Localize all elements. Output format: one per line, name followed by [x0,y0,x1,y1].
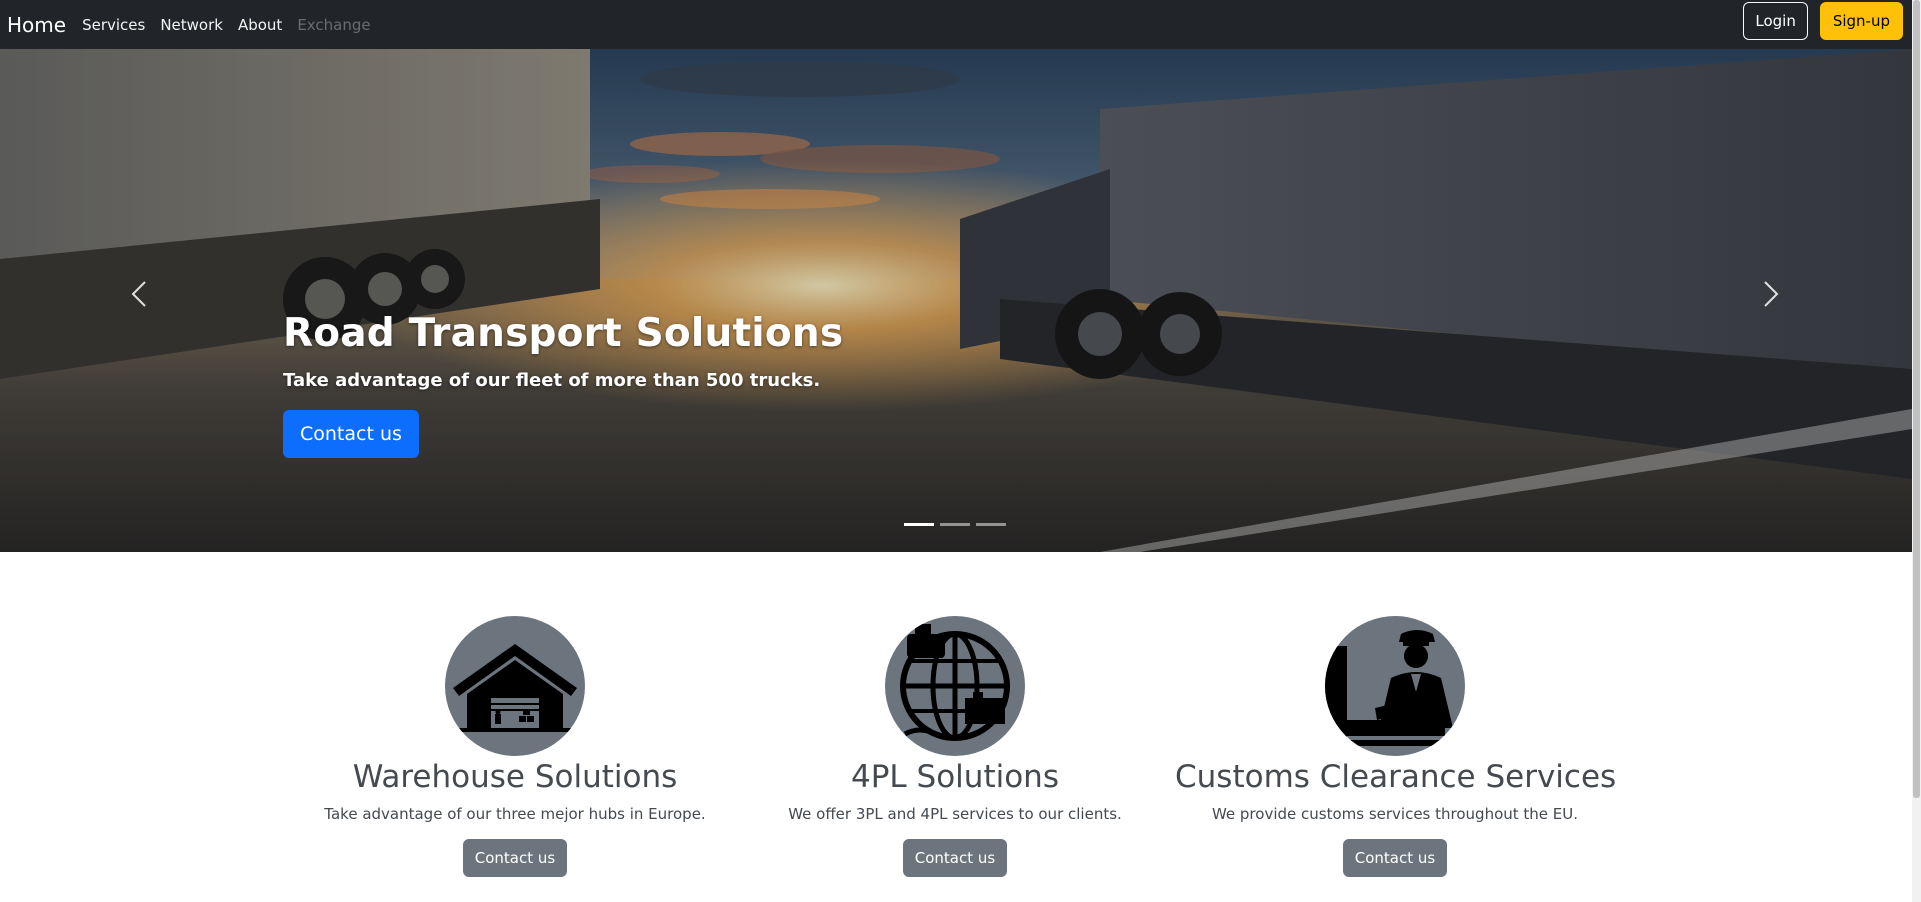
nav-link-exchange: Exchange [297,15,371,34]
brand-home-link[interactable]: Home [7,13,66,37]
service-card-warehouse: Warehouse Solutions Take advantage of ou… [295,616,735,877]
hero-title: Road Transport Solutions [283,311,844,356]
service-image-warehouse [445,616,585,756]
carousel-indicator-2[interactable] [940,523,970,526]
service-image-customs [1325,616,1465,756]
service-title-customs: Customs Clearance Services [1175,759,1617,795]
hero-background-image [0,49,1912,552]
hero-contact-button[interactable]: Contact us [283,410,419,458]
nav-link-network[interactable]: Network [160,16,223,34]
customs-contact-button[interactable]: Contact us [1342,839,1448,877]
hero-carousel: Road Transport Solutions Take advantage … [0,49,1912,552]
service-text-warehouse: Take advantage of our three mejor hubs i… [324,805,706,823]
login-button[interactable]: Login [1743,2,1808,40]
4pl-contact-button[interactable]: Contact us [902,839,1008,877]
warehouse-contact-button[interactable]: Contact us [462,839,568,877]
navbar: Home Services Network About Exchange Log… [0,0,1912,49]
carousel-indicator-3[interactable] [976,523,1006,526]
service-image-4pl [885,616,1025,756]
nav-link-services[interactable]: Services [82,16,145,34]
service-title-warehouse: Warehouse Solutions [352,759,678,795]
service-card-4pl: 4PL Solutions We offer 3PL and 4PL servi… [735,616,1175,877]
warehouse-icon [453,644,577,732]
service-text-customs: We provide customs services throughout t… [1211,805,1579,823]
carousel-caption: Road Transport Solutions Take advantage … [283,311,843,458]
carousel-prev-button[interactable] [120,274,160,314]
hero-subtitle: Take advantage of our fleet of more than… [283,370,821,391]
page-scrollbar[interactable] [1912,0,1921,902]
services-section: Warehouse Solutions Take advantage of ou… [0,552,1912,902]
carousel-indicator-1[interactable] [904,523,934,526]
chevron-left-icon [131,281,146,307]
customs-officer-icon [1325,630,1453,746]
carousel-indicators [904,523,1006,526]
signup-button[interactable]: Sign-up [1819,2,1903,40]
scrollbar-thumb[interactable] [1913,0,1920,798]
service-title-4pl: 4PL Solutions [851,759,1059,795]
navbar-actions: Login Sign-up [1743,2,1903,40]
service-text-4pl: We offer 3PL and 4PL services to our cli… [788,805,1122,823]
globe-logistics-icon [900,624,1010,741]
carousel-next-button[interactable] [1750,274,1790,314]
service-card-customs: Customs Clearance Services We provide cu… [1175,616,1617,877]
chevron-right-icon [1764,281,1779,307]
nav-link-about[interactable]: About [238,16,282,34]
